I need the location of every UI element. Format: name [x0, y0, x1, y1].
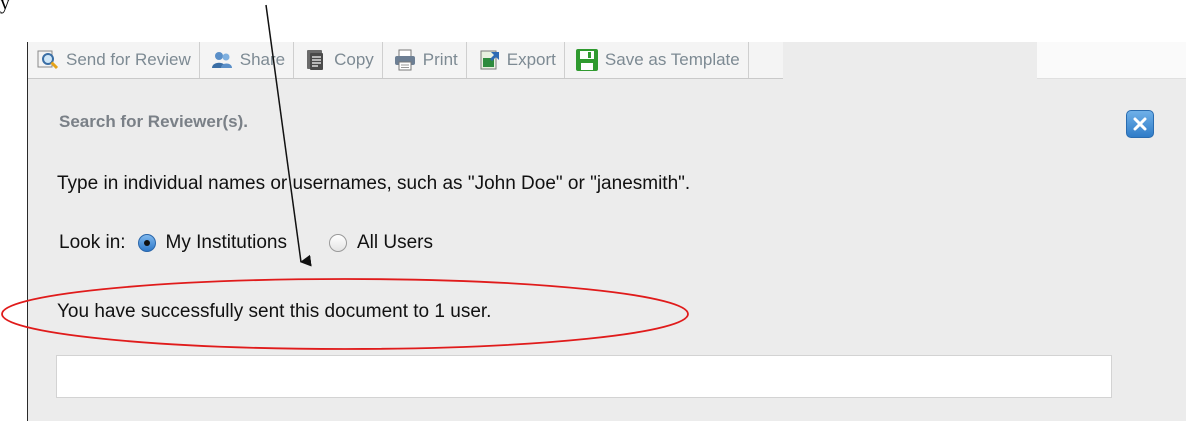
- close-button[interactable]: [1126, 110, 1154, 138]
- reviewer-panel: Send for Review Share Copy Print Export …: [27, 42, 1186, 421]
- reviewer-search-input[interactable]: [56, 355, 1112, 398]
- print-button[interactable]: Print: [383, 42, 467, 78]
- look-in-label: Look in:: [59, 232, 126, 253]
- magnifier-icon: [37, 50, 59, 70]
- users-icon: [211, 52, 232, 68]
- share-button[interactable]: Share: [200, 42, 295, 78]
- share-label: Share: [239, 50, 286, 69]
- save-icon: [575, 49, 598, 71]
- panel-title: Search for Reviewer(s).: [59, 112, 248, 131]
- export-label: Export: [506, 50, 556, 69]
- save-as-template-button[interactable]: Save as Template: [565, 42, 749, 78]
- my-institutions-radio[interactable]: [137, 234, 156, 252]
- search-instructions: Type in individual names or usernames, s…: [57, 173, 691, 194]
- document-toolbar: Send for Review Share Copy Print Export …: [28, 42, 783, 79]
- all-users-radio[interactable]: [328, 234, 347, 252]
- all-users-label[interactable]: All Users: [357, 232, 433, 254]
- send-for-review-button[interactable]: Send for Review: [28, 42, 200, 78]
- send-for-review-label: Send for Review: [66, 50, 191, 69]
- print-label: Print: [422, 50, 458, 69]
- save-as-template-label: Save as Template: [604, 50, 740, 69]
- copy-icon: [307, 50, 324, 70]
- export-icon: [480, 50, 499, 70]
- copy-label: Copy: [334, 50, 374, 69]
- toolbar-empty-area: [1037, 42, 1186, 79]
- look-in-options: Look in: My Institutions All Users: [59, 232, 433, 254]
- export-button[interactable]: Export: [467, 42, 565, 78]
- document-text-fragment: y: [0, 0, 10, 14]
- printer-icon: [394, 49, 415, 71]
- my-institutions-label[interactable]: My Institutions: [166, 232, 287, 254]
- toolbar-spacer: [748, 42, 783, 78]
- success-message: You have successfully sent this document…: [57, 301, 492, 322]
- copy-button[interactable]: Copy: [294, 42, 383, 78]
- close-icon: [1133, 117, 1147, 131]
